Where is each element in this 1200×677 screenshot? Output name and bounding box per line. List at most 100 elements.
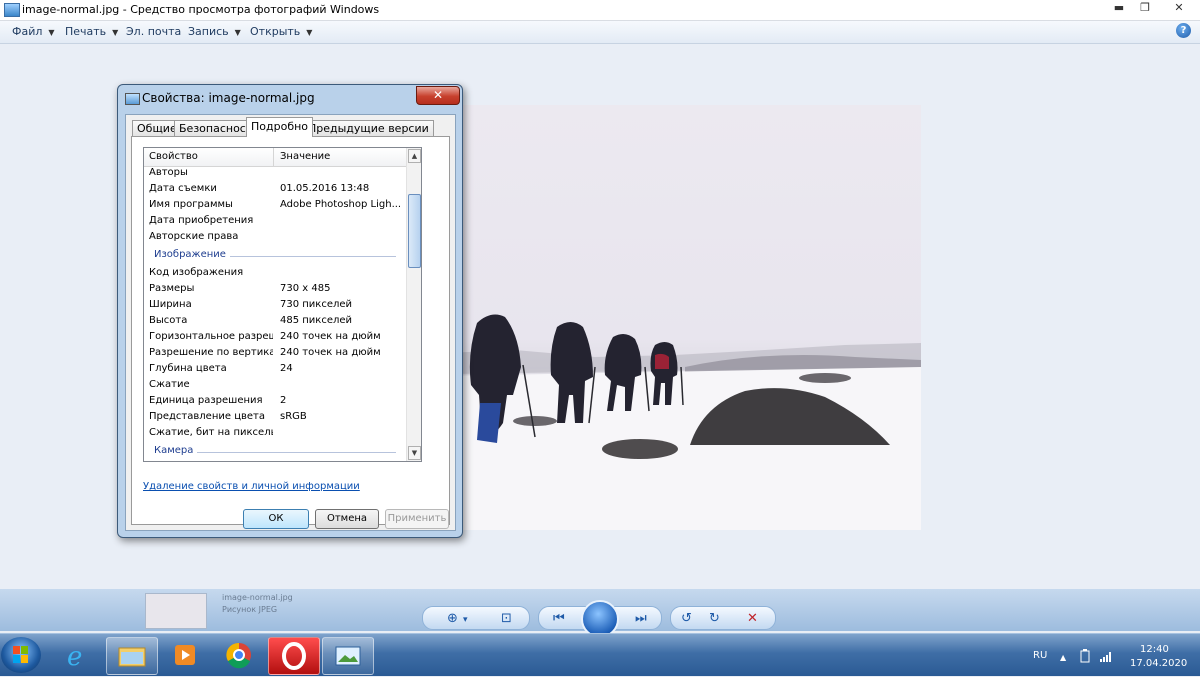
media-player-icon [175, 645, 195, 665]
property-row[interactable]: Высота 485 пикселей [144, 314, 406, 330]
property-name: Глубина цвета [149, 363, 227, 374]
actual-size-icon[interactable]: ⊡ [501, 612, 512, 625]
property-row[interactable]: Дата приобретения [144, 214, 406, 230]
menu-email-label: Эл. почта [126, 25, 182, 38]
chrome-icon [226, 642, 251, 669]
property-row[interactable]: Горизонтальное разреше... 240 точек на дю… [144, 330, 406, 346]
property-value: 2 [280, 395, 287, 406]
property-row[interactable]: Сжатие [144, 378, 406, 394]
property-name: Ширина [149, 299, 192, 310]
zoom-chevron-icon[interactable]: ▾ [463, 614, 468, 627]
photo-viewer-icon [335, 646, 361, 666]
battery-icon[interactable] [1078, 649, 1092, 666]
property-row[interactable]: Авторские права [144, 230, 406, 246]
zoom-icon[interactable]: ⊕ [447, 612, 458, 625]
menu-burn[interactable]: Запись ▼ [188, 25, 241, 38]
scroll-up-icon[interactable]: ▲ [408, 149, 421, 163]
property-value: 01.05.2016 13:48 [280, 183, 370, 194]
property-row[interactable]: Сжатие, бит на пиксель [144, 426, 406, 442]
ok-button[interactable]: ОК [243, 509, 309, 529]
details-panel: Свойство Значение Авторы Дата съемки 01.0… [131, 136, 450, 525]
dialog-body: Общие Безопасность Подробно Предыдущие в… [125, 114, 456, 531]
property-name: Авторские права [149, 231, 239, 242]
property-row[interactable]: Разрешение по вертикали 240 точек на дюйм [144, 346, 406, 362]
clock-date[interactable]: 17.04.2020 [1130, 658, 1187, 669]
property-row[interactable]: Код изображения [144, 266, 406, 282]
list-scrollbar[interactable]: ▲ ▼ [406, 148, 421, 461]
help-icon[interactable]: ? [1176, 23, 1191, 38]
property-row[interactable]: Глубина цвета 24 [144, 362, 406, 378]
menu-file-label: Файл [12, 25, 43, 38]
taskbar-explorer[interactable] [106, 637, 158, 675]
property-row[interactable]: Дата съемки 01.05.2016 13:48 [144, 182, 406, 198]
properties-list[interactable]: Свойство Значение Авторы Дата съемки 01.0… [143, 147, 422, 462]
property-name: Горизонтальное разреше... [149, 331, 273, 342]
start-button[interactable] [1, 637, 41, 673]
chevron-down-icon: ▼ [48, 28, 55, 37]
property-value: 24 [280, 363, 293, 374]
rock [513, 416, 557, 426]
zoom-group: ⊕ ▾ ⊡ [422, 606, 530, 630]
cancel-button[interactable]: Отмена [315, 509, 379, 529]
menu-email[interactable]: Эл. почта [126, 25, 181, 38]
language-indicator[interactable]: RU [1033, 650, 1047, 661]
clock-time[interactable]: 12:40 [1140, 644, 1169, 655]
tab-details[interactable]: Подробно [246, 117, 314, 137]
delete-icon[interactable]: ✕ [747, 612, 758, 625]
next-icon[interactable]: ⏭ [635, 612, 647, 625]
property-row[interactable]: Ширина 730 пикселей [144, 298, 406, 314]
rotate-right-icon[interactable]: ↻ [709, 612, 720, 625]
property-row[interactable]: Имя программы Adobe Photoshop Ligh... [144, 198, 406, 214]
menu-open[interactable]: Открыть ▼ [250, 25, 312, 38]
rock [799, 373, 851, 383]
close-window-button[interactable]: ✕ [1160, 0, 1198, 17]
svg-text:e: e [67, 642, 82, 672]
menu-print[interactable]: Печать ▼ [65, 25, 118, 38]
opera-icon [282, 642, 306, 670]
minimize-button[interactable]: ▬ [1106, 0, 1132, 17]
viewer-controls: ⊕ ▾ ⊡ ⏮ ⏭ ↺ ↻ ✕ [422, 600, 778, 638]
dialog-title: Свойства: image-normal.jpg [142, 91, 315, 105]
property-row[interactable]: Авторы [144, 166, 406, 182]
taskbar-opera[interactable] [268, 637, 320, 675]
edit-group: ↺ ↻ ✕ [670, 606, 776, 630]
property-row[interactable]: Представление цвета sRGB [144, 410, 406, 426]
property-name: Авторы [149, 167, 188, 178]
group-header-image: Изображение [144, 248, 406, 264]
property-value: 485 пикселей [280, 315, 353, 326]
taskbar-photo-viewer[interactable] [322, 637, 374, 675]
chevron-down-icon: ▼ [112, 28, 119, 37]
taskbar-chrome[interactable] [214, 637, 264, 673]
chevron-down-icon: ▼ [234, 28, 241, 37]
hiker-blue-trousers [477, 403, 501, 443]
remove-properties-link[interactable]: Удаление свойств и личной информации [143, 481, 360, 492]
property-value: 730 x 485 [280, 283, 331, 294]
previous-icon[interactable]: ⏮ [553, 612, 565, 625]
dialog-close-button[interactable]: ✕ [416, 86, 460, 105]
network-signal-icon[interactable] [1100, 650, 1114, 665]
taskbar-media-player[interactable] [160, 637, 210, 673]
show-hidden-icons-icon[interactable]: ▲ [1060, 653, 1066, 662]
group-label: Изображение [154, 249, 230, 260]
tab-previous-versions[interactable]: Предыдущие версии [303, 120, 434, 136]
taskbar-internet-explorer[interactable]: e [52, 637, 102, 673]
command-bar: Файл ▼ Печать ▼ Эл. почта Запись ▼ Открыть ▼… [0, 21, 1200, 44]
hiker-red-jacket [655, 353, 669, 369]
property-name: Дата приобретения [149, 215, 254, 226]
column-header-value[interactable]: Значение [280, 151, 330, 162]
apply-button[interactable]: Применить [385, 509, 449, 529]
strip-file-name: image-normal.jpg [222, 593, 293, 602]
scroll-thumb[interactable] [408, 194, 421, 268]
strip-file-format: Рисунок JPEG [222, 605, 278, 614]
photo-viewer-app-icon [4, 3, 20, 17]
column-separator[interactable] [273, 148, 274, 166]
taskbar: e RU ▲ 12:40 17.04.2020 [0, 633, 1200, 676]
maximize-button[interactable]: ❐ [1132, 0, 1158, 17]
scroll-down-icon[interactable]: ▼ [408, 446, 421, 460]
property-row[interactable]: Размеры 730 x 485 [144, 282, 406, 298]
menu-file[interactable]: Файл ▼ [12, 25, 55, 38]
internet-explorer-icon: e [67, 642, 82, 672]
rotate-left-icon[interactable]: ↺ [681, 612, 692, 625]
column-header-property[interactable]: Свойство [149, 151, 198, 162]
property-row[interactable]: Единица разрешения 2 [144, 394, 406, 410]
